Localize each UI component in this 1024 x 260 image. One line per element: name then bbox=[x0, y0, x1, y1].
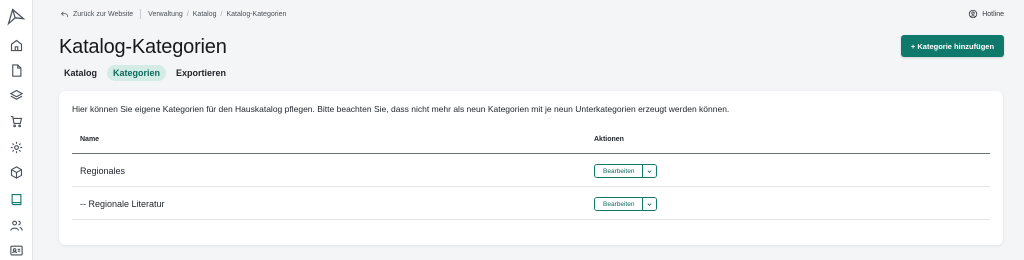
edit-button[interactable]: Bearbeiten bbox=[595, 165, 643, 177]
breadcrumb: Verwaltung / Katalog / Katalog-Kategorien bbox=[148, 11, 286, 18]
add-category-button[interactable]: + Kategorie hinzufügen bbox=[901, 35, 1004, 57]
divider bbox=[140, 9, 142, 19]
user-circle-icon bbox=[969, 9, 978, 19]
settings-icon[interactable] bbox=[6, 137, 26, 157]
hotline-label: Hotline bbox=[982, 10, 1004, 18]
action-button-group: Bearbeiten bbox=[594, 197, 658, 211]
edit-button[interactable]: Bearbeiten bbox=[595, 198, 643, 210]
table-row: -- Regionale Literatur Bearbeiten bbox=[72, 187, 990, 220]
tab-kategorien[interactable]: Kategorien bbox=[107, 65, 167, 81]
hotline-button[interactable]: Hotline bbox=[968, 9, 1004, 19]
breadcrumb-item-katalog[interactable]: Katalog bbox=[193, 11, 217, 18]
sidebar bbox=[0, 0, 33, 260]
category-name: -- Regionale Literatur bbox=[80, 199, 165, 209]
home-icon[interactable] bbox=[6, 35, 26, 55]
action-button-group: Bearbeiten bbox=[594, 164, 658, 178]
tab-exportieren[interactable]: Exportieren bbox=[170, 65, 232, 81]
id-card-icon[interactable] bbox=[6, 240, 26, 260]
back-arrow-icon bbox=[60, 11, 68, 17]
layers-icon[interactable] bbox=[6, 85, 26, 105]
table-header: Name Aktionen bbox=[72, 130, 990, 154]
document-icon[interactable] bbox=[6, 60, 26, 80]
column-header-name: Name bbox=[80, 136, 100, 143]
logo-icon[interactable] bbox=[5, 6, 27, 28]
book-icon[interactable] bbox=[6, 189, 26, 209]
column-header-actions: Aktionen bbox=[594, 136, 624, 143]
breadcrumb-item-current: Katalog-Kategorien bbox=[226, 10, 287, 18]
topbar: Zurück zur Website Verwaltung / Katalog / Ka… bbox=[60, 7, 1004, 21]
breadcrumb-separator: / bbox=[186, 10, 189, 18]
category-name: Regionales bbox=[80, 166, 126, 176]
actions-dropdown-button[interactable] bbox=[642, 198, 657, 210]
tab-katalog[interactable]: Katalog bbox=[58, 65, 103, 81]
actions-dropdown-button[interactable] bbox=[642, 165, 657, 177]
table-row: Regionales Bearbeiten bbox=[72, 154, 990, 187]
breadcrumb-separator: / bbox=[220, 10, 223, 18]
categories-card: Hier können Sie eigene Kategorien für de… bbox=[59, 91, 1003, 245]
back-to-website-link[interactable]: Zurück zur Website bbox=[60, 10, 133, 19]
breadcrumb-item-verwaltung[interactable]: Verwaltung bbox=[148, 11, 183, 18]
box-icon[interactable] bbox=[6, 162, 26, 182]
users-icon[interactable] bbox=[6, 215, 26, 235]
chevron-down-icon bbox=[647, 169, 653, 173]
chevron-down-icon bbox=[647, 202, 653, 206]
cart-icon[interactable] bbox=[6, 111, 26, 131]
intro-text: Hier können Sie eigene Kategorien für de… bbox=[72, 104, 730, 114]
tab-bar: Katalog Kategorien Exportieren bbox=[58, 65, 232, 81]
back-label: Zurück zur Website bbox=[73, 10, 134, 18]
page-title: Katalog-Kategorien bbox=[59, 36, 227, 58]
